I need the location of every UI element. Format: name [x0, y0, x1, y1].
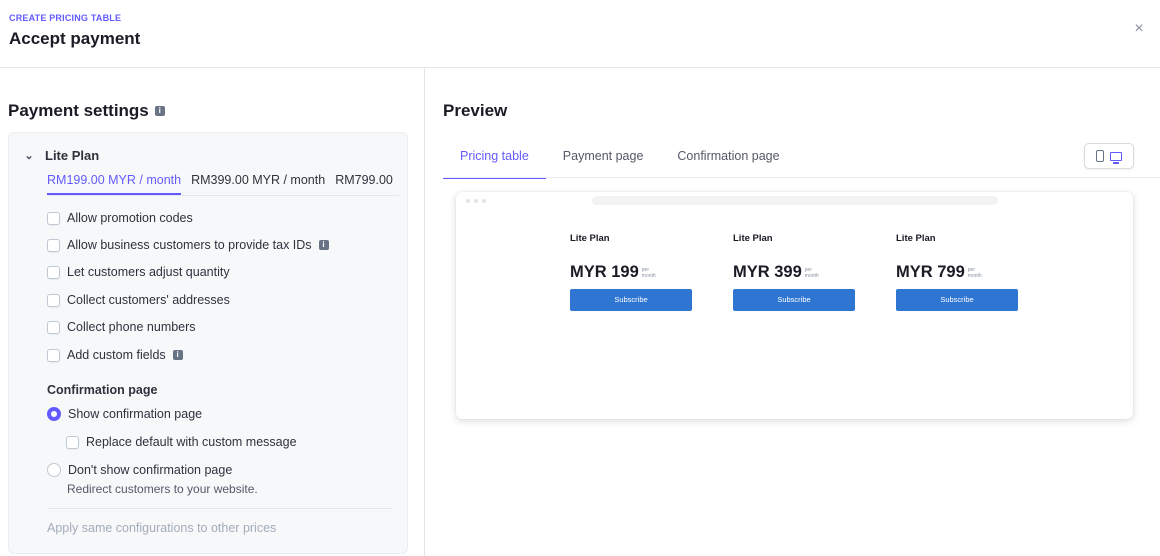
desktop-icon[interactable]: [1110, 151, 1122, 164]
option-phone-numbers[interactable]: Collect phone numbers: [47, 320, 196, 334]
pricing-plan-card: Lite Plan MYR 799 per month Subscribe: [896, 233, 1018, 311]
eyebrow-label: CREATE PRICING TABLE: [9, 13, 122, 23]
option-adjust-quantity[interactable]: Let customers adjust quantity: [47, 265, 230, 279]
plan-settings-card: ⌄ Lite Plan RM199.00 MYR / month RM399.0…: [8, 132, 408, 554]
plan-card-amount: MYR 399: [733, 263, 802, 281]
option-custom-fields[interactable]: Add custom fields i: [47, 348, 183, 362]
option-label: Don't show confirmation page: [68, 463, 233, 477]
checkbox[interactable]: [47, 238, 60, 252]
option-show-confirmation[interactable]: Show confirmation page: [47, 407, 202, 421]
plan-card-price: MYR 799 per month: [896, 263, 1018, 282]
tab-payment-page[interactable]: Payment page: [546, 146, 661, 179]
preview-tabs-divider: [443, 177, 1160, 178]
preview-panel: Preview Pricing table Payment page Confi…: [426, 68, 1160, 556]
checkbox[interactable]: [66, 435, 79, 449]
url-bar: [592, 196, 998, 205]
modal-header: CREATE PRICING TABLE Accept payment ×: [0, 0, 1160, 68]
checkbox[interactable]: [47, 320, 60, 334]
page-title: Accept payment: [9, 29, 141, 48]
preview-tabs: Pricing table Payment page Confirmation …: [443, 146, 797, 179]
confirmation-section-title: Confirmation page: [47, 383, 158, 397]
radio[interactable]: [47, 463, 61, 477]
plan-card-amount: MYR 799: [896, 263, 965, 281]
apply-to-other-prices-link[interactable]: Apply same configurations to other price…: [47, 521, 276, 535]
chevron-down-icon: ⌄: [24, 150, 34, 162]
option-replace-message[interactable]: Replace default with custom message: [66, 435, 297, 449]
option-label: Allow promotion codes: [67, 211, 193, 225]
option-label: Collect phone numbers: [67, 320, 196, 334]
dont-show-subtext: Redirect customers to your website.: [67, 482, 258, 496]
plan-card-name: Lite Plan: [570, 233, 610, 244]
checkbox[interactable]: [47, 265, 60, 279]
option-promotion-codes[interactable]: Allow promotion codes: [47, 211, 193, 225]
radio-selected[interactable]: [47, 407, 61, 421]
plan-card-interval: per month: [641, 266, 656, 279]
plan-card-name: Lite Plan: [733, 233, 773, 244]
preview-browser-frame: Lite Plan MYR 199 per month Subscribe Lit…: [456, 192, 1133, 419]
price-tab-1[interactable]: RM199.00 MYR / month: [47, 173, 182, 195]
plan-card-price: MYR 399 per month: [733, 263, 855, 282]
browser-bar: [456, 192, 1133, 210]
plan-card-interval: per month: [804, 266, 819, 279]
plan-name: Lite Plan: [45, 148, 100, 163]
option-dont-show-confirmation[interactable]: Don't show confirmation page: [47, 463, 232, 477]
plan-accordion-toggle[interactable]: ⌄ Lite Plan: [23, 148, 99, 163]
plan-card-name: Lite Plan: [896, 233, 936, 244]
plan-card-price: MYR 199 per month: [570, 263, 692, 282]
price-tabs: RM199.00 MYR / month RM399.00 MYR / mont…: [47, 173, 399, 195]
payment-settings-title: Payment settings i: [8, 101, 165, 121]
checkbox[interactable]: [47, 348, 60, 362]
tab-pricing-table[interactable]: Pricing table: [443, 146, 546, 179]
preview-title: Preview: [443, 101, 508, 120]
payment-settings-panel: Payment settings i ⌄ Lite Plan RM199.00 …: [0, 68, 425, 556]
pricing-plan-card: Lite Plan MYR 399 per month Subscribe: [733, 233, 855, 311]
checkbox[interactable]: [47, 211, 60, 225]
subscribe-button[interactable]: Subscribe: [570, 289, 692, 311]
option-label: Add custom fields: [67, 348, 166, 362]
price-tab-2[interactable]: RM399.00 MYR / month: [191, 173, 325, 195]
plan-card-interval: per month: [967, 266, 982, 279]
info-icon[interactable]: i: [172, 350, 183, 360]
option-label: Let customers adjust quantity: [67, 265, 230, 279]
option-label: Collect customers' addresses: [67, 293, 230, 307]
price-tab-3[interactable]: RM799.00: [335, 173, 393, 195]
option-label: Replace default with custom message: [86, 435, 297, 449]
subscribe-button[interactable]: Subscribe: [896, 289, 1018, 311]
pricing-plan-card: Lite Plan MYR 199 per month Subscribe: [570, 233, 692, 311]
price-tabs-divider: [47, 195, 399, 196]
option-collect-addresses[interactable]: Collect customers' addresses: [47, 293, 230, 307]
divider: [47, 508, 393, 509]
option-label: Show confirmation page: [68, 407, 203, 421]
checkbox[interactable]: [47, 293, 60, 307]
payment-settings-title-text: Payment settings: [8, 101, 149, 120]
plan-card-amount: MYR 199: [570, 263, 639, 281]
info-icon[interactable]: i: [318, 240, 329, 250]
mobile-icon[interactable]: [1096, 150, 1104, 162]
option-label: Allow business customers to provide tax …: [67, 238, 312, 252]
tab-confirmation-page[interactable]: Confirmation page: [660, 146, 796, 179]
info-icon[interactable]: i: [154, 106, 165, 116]
device-toggle: [1084, 143, 1134, 169]
subscribe-button[interactable]: Subscribe: [733, 289, 855, 311]
option-tax-ids[interactable]: Allow business customers to provide tax …: [47, 238, 329, 252]
window-dots: [466, 199, 486, 203]
close-icon[interactable]: ×: [1130, 20, 1148, 38]
